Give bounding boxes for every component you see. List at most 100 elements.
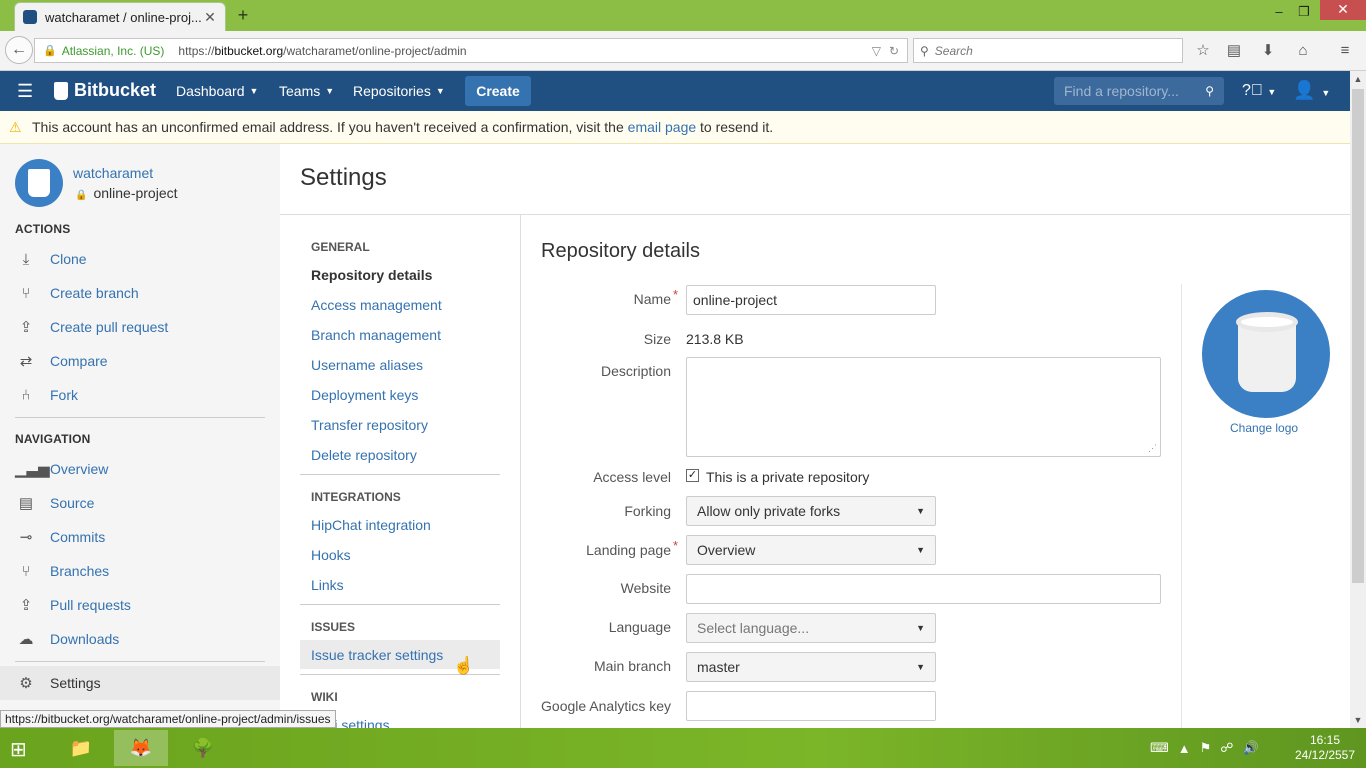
user-avatar-icon[interactable]: 👤 ▼ <box>1293 80 1330 101</box>
home-icon[interactable]: ⌂ <box>1294 42 1312 60</box>
owner-link[interactable]: watcharamet <box>73 165 153 181</box>
new-tab-button[interactable]: + <box>234 6 252 24</box>
scroll-thumb[interactable] <box>1352 89 1364 583</box>
sidebar-item-overview[interactable]: ▁▃▅ Overview <box>0 452 280 486</box>
size-value: 213.8 KB <box>686 331 744 347</box>
window-close-button[interactable]: ✕ <box>1320 0 1366 20</box>
settings-nav-hipchat-integration[interactable]: HipChat integration <box>311 517 431 533</box>
lock-icon: 🔒 <box>75 190 88 201</box>
page-scrollbar[interactable]: ▲ ▼ <box>1350 71 1366 728</box>
website-input[interactable] <box>686 574 1161 604</box>
access-level-label: Access level <box>593 469 671 485</box>
file-explorer-icon[interactable]: 📁 <box>54 730 108 766</box>
private-repo-checkbox[interactable]: ✓ <box>686 469 699 482</box>
keyboard-icon[interactable]: ⌨ <box>1150 740 1169 756</box>
name-input[interactable]: online-project <box>686 285 936 315</box>
restore-button[interactable]: ❐ <box>1295 3 1313 21</box>
logo-divider <box>1181 284 1182 728</box>
sidebar-item-clone[interactable]: ⤓ Clone <box>0 242 280 276</box>
settings-nav-access-management[interactable]: Access management <box>311 297 442 313</box>
bitbucket-favicon-icon <box>23 10 37 24</box>
nav-dashboard[interactable]: Dashboard ▼ <box>176 83 258 99</box>
issues-heading: ISSUES <box>311 620 356 634</box>
branch-icon: ⑂ <box>21 284 31 302</box>
repo-name[interactable]: 🔒 online-project <box>75 185 178 201</box>
flag-icon[interactable]: ⚑ <box>1200 740 1212 756</box>
repo-avatar[interactable] <box>15 159 63 207</box>
url-bar[interactable]: 🔒 Atlassian, Inc. (US) https://bitbucket… <box>34 38 908 63</box>
chevron-down-icon: ▼ <box>249 86 259 96</box>
settings-nav-issue-tracker-settings[interactable]: Issue tracker settings <box>311 647 443 663</box>
hamburger-menu-icon[interactable]: ☰ <box>17 82 37 100</box>
bitbucket-logo[interactable]: Bitbucket <box>54 80 156 101</box>
main-branch-select[interactable]: master ▼ <box>686 652 936 682</box>
sidebar-item-commits[interactable]: ⊸ Commits <box>0 520 280 554</box>
sidebar-item-fork[interactable]: ⑃ Fork <box>0 378 280 412</box>
language-label: Language <box>608 619 671 635</box>
reading-list-icon[interactable]: ▤ <box>1225 42 1243 60</box>
bucket-icon <box>54 81 68 100</box>
chevron-down-icon: ▼ <box>916 506 925 516</box>
tab-title: watcharamet / online-proj... <box>45 9 202 25</box>
tab-close-icon[interactable]: ✕ <box>203 9 217 26</box>
change-logo-link[interactable]: Change logo <box>1230 421 1298 435</box>
status-url-tooltip: https://bitbucket.org/watcharamet/online… <box>0 710 336 728</box>
sidebar-item-compare[interactable]: ⇄ Compare <box>0 344 280 378</box>
sidebar-divider <box>15 417 265 418</box>
help-icon[interactable]: ?⃝ ▼ <box>1242 82 1276 100</box>
browser-search-bar[interactable]: ⚲ Search <box>913 38 1183 63</box>
google-analytics-input[interactable] <box>686 691 936 721</box>
site-identity[interactable]: Atlassian, Inc. (US) <box>62 44 165 58</box>
commit-icon: ⊸ <box>19 529 33 546</box>
chevron-down-icon: ▼ <box>916 545 925 555</box>
sidebar-item-create-branch[interactable]: ⑂ Create branch <box>0 276 280 310</box>
browser-tab[interactable]: watcharamet / online-proj... ✕ <box>14 2 226 31</box>
general-heading: GENERAL <box>311 240 370 254</box>
volume-icon[interactable]: 🔊 <box>1242 740 1258 756</box>
landing-page-select[interactable]: Overview ▼ <box>686 535 936 565</box>
clock[interactable]: 16:15 24/12/2557 <box>1290 733 1360 763</box>
tray-expand-icon[interactable]: ▲ <box>1178 741 1191 756</box>
settings-nav-links[interactable]: Links <box>311 577 344 593</box>
nav-repositories[interactable]: Repositories ▼ <box>353 83 445 99</box>
minimize-button[interactable]: – <box>1270 3 1288 21</box>
browser-titlebar: watcharamet / online-proj... ✕ + – ❐ ✕ <box>0 0 1366 31</box>
email-page-link[interactable]: email page <box>628 119 697 135</box>
repo-sidebar: watcharamet 🔒 online-project ACTIONS ⤓ Clo… <box>0 144 280 728</box>
bookmark-star-icon[interactable]: ☆ <box>1194 42 1212 60</box>
private-repo-label[interactable]: This is a private repository <box>706 469 869 485</box>
create-button[interactable]: Create <box>465 76 531 106</box>
settings-nav-repository-details[interactable]: Repository details <box>311 267 432 283</box>
required-marker: * <box>672 287 678 302</box>
downloads-icon[interactable]: ⬇ <box>1259 42 1277 60</box>
firefox-icon[interactable]: 🦊 <box>114 730 168 766</box>
settings-nav-username-aliases[interactable]: Username aliases <box>311 357 423 373</box>
settings-nav-branch-management[interactable]: Branch management <box>311 327 441 343</box>
sidebar-item-branches[interactable]: ⑂ Branches <box>0 554 280 588</box>
dropdown-arrow-icon[interactable]: ▽ <box>872 44 881 58</box>
language-select[interactable]: Select language... ▼ <box>686 613 936 643</box>
forking-select[interactable]: Allow only private forks ▼ <box>686 496 936 526</box>
windows-start-icon[interactable]: ⊞ <box>10 737 27 762</box>
bitbucket-header: ☰ Bitbucket Dashboard ▼ Teams ▼ Repositori… <box>0 71 1350 111</box>
network-icon[interactable]: ☍ <box>1220 740 1233 756</box>
settings-nav-hooks[interactable]: Hooks <box>311 547 351 563</box>
sidebar-item-settings[interactable]: ⚙ Settings <box>0 666 280 700</box>
back-button[interactable]: ← <box>5 36 33 64</box>
sourcetree-icon[interactable]: 🌳 <box>176 730 230 766</box>
url-text[interactable]: https://bitbucket.org/watcharamet/online… <box>178 44 871 58</box>
search-placeholder: Search <box>934 43 973 58</box>
sidebar-item-pull-requests[interactable]: ⇪ Pull requests <box>0 588 280 622</box>
settings-nav-delete-repository[interactable]: Delete repository <box>311 447 417 463</box>
sidebar-item-create-pull-request[interactable]: ⇪ Create pull request <box>0 310 280 344</box>
sidebar-item-source[interactable]: ▤ Source <box>0 486 280 520</box>
repository-search-input[interactable]: Find a repository... ⚲ <box>1054 77 1224 105</box>
settings-nav-transfer-repository[interactable]: Transfer repository <box>311 417 428 433</box>
settings-nav-deployment-keys[interactable]: Deployment keys <box>311 387 418 403</box>
sidebar-item-downloads[interactable]: ☁ Downloads <box>0 622 280 656</box>
nav-teams[interactable]: Teams ▼ <box>279 83 334 99</box>
menu-icon[interactable]: ≡ <box>1336 42 1354 60</box>
resize-grip-icon: ⋰ <box>1148 443 1157 453</box>
description-textarea[interactable]: ⋰ <box>686 357 1161 457</box>
reload-icon[interactable]: ↻ <box>889 44 899 58</box>
